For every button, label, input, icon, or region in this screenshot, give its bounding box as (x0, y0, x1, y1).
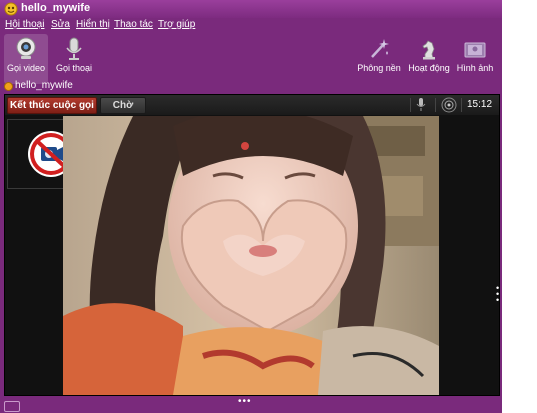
status-icon (4, 82, 13, 91)
microphone-icon (66, 37, 82, 60)
call-panel: Kết thúc cuộc gọi Chờ 15:12 (4, 94, 500, 396)
images-label: Hình ảnh (456, 63, 494, 73)
separator (435, 98, 436, 112)
video-call-button[interactable]: Gọi video (4, 34, 48, 84)
menu-bar: Hội thoại Sửa Hiển thị Thao tác Trợ giúp (0, 18, 502, 34)
collapse-button[interactable] (4, 401, 20, 412)
app-icon (4, 2, 18, 16)
call-controls: Kết thúc cuộc gọi Chờ 15:12 (5, 95, 499, 115)
activity-label: Hoạt động (408, 63, 450, 73)
side-resize-grip-icon[interactable]: • • • (496, 284, 499, 305)
background-label: Phông nền (357, 63, 401, 73)
contact-bar: hello_mywife (0, 78, 502, 94)
resize-grip-icon[interactable]: ••• (238, 396, 252, 407)
menu-thao-tac[interactable]: Thao tác (114, 19, 153, 30)
video-frame (63, 116, 439, 395)
mic-indicator-icon[interactable] (416, 98, 426, 112)
activity-button[interactable]: Hoạt động (407, 34, 451, 84)
photos-icon (464, 42, 486, 58)
separator (410, 98, 411, 112)
title-bar[interactable]: hello_mywife (0, 0, 502, 18)
background-button[interactable]: Phông nền (357, 34, 401, 84)
end-call-button[interactable]: Kết thúc cuộc gọi (7, 97, 97, 114)
volume-icon[interactable] (441, 97, 457, 113)
contact-name[interactable]: hello_mywife (15, 80, 73, 91)
menu-hien-thi[interactable]: Hiển thị (76, 19, 110, 30)
call-timer: 15:12 (467, 99, 493, 110)
remote-video[interactable] (63, 116, 439, 395)
images-button[interactable]: Hình ảnh (454, 34, 496, 84)
video-call-label: Gọi video (6, 63, 46, 73)
window-title: hello_mywife (21, 2, 91, 14)
webcam-icon (16, 37, 36, 59)
menu-sua[interactable]: Sửa (51, 19, 70, 30)
bottom-bar: ••• (0, 396, 502, 413)
chess-knight-icon (422, 40, 435, 60)
hold-button[interactable]: Chờ (100, 97, 146, 114)
menu-tro-giup[interactable]: Trợ giúp (158, 19, 195, 30)
voice-call-label: Gọi thoại (55, 63, 93, 73)
voice-call-button[interactable]: Gọi thoại (52, 34, 96, 84)
separator (461, 98, 462, 112)
wand-icon (371, 39, 389, 58)
menu-hoi-thoai[interactable]: Hội thoại (5, 19, 44, 30)
chat-window: hello_mywife Hội thoại Sửa Hiển thị Thao… (0, 0, 502, 413)
